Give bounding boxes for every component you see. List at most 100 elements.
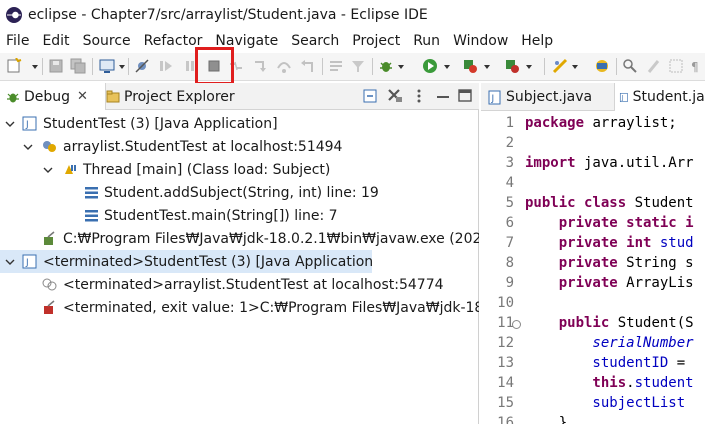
toggle-mark-occurrences-icon[interactable] xyxy=(646,58,662,74)
svg-text:J: J xyxy=(25,258,29,268)
toolbar-separator xyxy=(544,58,545,75)
close-icon[interactable]: ✕ xyxy=(77,89,88,104)
search-icon[interactable] xyxy=(622,58,638,74)
save-icon[interactable] xyxy=(48,58,64,74)
tree-row-terminated-target[interactable]: <terminated>arraylist.StudentTest at loc… xyxy=(0,273,479,296)
code-area[interactable]: package arraylist; import java.util.Arr … xyxy=(525,112,705,424)
tab-debug[interactable]: Debug ✕ xyxy=(0,83,106,110)
view-menu-icon[interactable] xyxy=(412,87,426,105)
open-task-icon[interactable] xyxy=(594,58,610,74)
tree-row-terminated-process[interactable]: <terminated, exit value: 1>C:₩Program Fi… xyxy=(0,296,479,319)
menu-edit[interactable]: Edit xyxy=(36,33,76,49)
toolbar-separator xyxy=(128,58,129,75)
svg-text:J: J xyxy=(491,94,495,104)
tree-row-label: <terminated>StudentTest (3) [Java Applic… xyxy=(43,253,372,270)
tree-row-label: StudentTest (3) [Java Application] xyxy=(43,115,278,132)
chevron-down-icon[interactable] xyxy=(5,257,15,267)
project-explorer-icon xyxy=(106,90,120,102)
menu-file[interactable]: File xyxy=(0,33,36,49)
terminate-icon[interactable] xyxy=(206,58,222,74)
code-field: stud xyxy=(651,235,694,251)
svg-text:J: J xyxy=(621,95,624,101)
code-line: studentID = xyxy=(525,355,685,371)
new-icon[interactable] xyxy=(6,58,22,74)
svg-text:¶: ¶ xyxy=(691,60,699,74)
external-tools-dropdown-icon[interactable] xyxy=(526,65,532,69)
menu-search[interactable]: Search xyxy=(285,33,346,49)
new-dropdown-icon[interactable] xyxy=(32,65,38,69)
java-launch-icon: J xyxy=(22,254,37,269)
suspend-icon[interactable] xyxy=(182,58,198,74)
step-over-icon[interactable] xyxy=(276,58,292,74)
drop-to-frame-icon[interactable] xyxy=(328,58,344,74)
toolbar-separator xyxy=(322,58,323,75)
coverage-icon[interactable] xyxy=(462,58,478,74)
debug-dropdown-icon[interactable] xyxy=(398,65,404,69)
code-keyword: private int xyxy=(525,235,652,251)
resume-icon[interactable] xyxy=(158,58,174,74)
tree-row-stack-frame[interactable]: StudentTest.main(String[]) line: 7 xyxy=(0,204,479,227)
collapse-all-icon[interactable] xyxy=(362,87,378,105)
chevron-down-icon[interactable] xyxy=(5,119,15,129)
external-tools-icon[interactable] xyxy=(504,58,520,74)
code-keyword: public class xyxy=(525,195,627,211)
tree-row-terminated-launch[interactable]: J <terminated>StudentTest (3) [Java Appl… xyxy=(0,250,372,273)
tab-student-java[interactable]: J Student.jav xyxy=(614,83,705,111)
step-return-icon[interactable] xyxy=(300,58,316,74)
main-toolbar: ¶ xyxy=(0,53,705,81)
menu-help[interactable]: Help xyxy=(515,33,560,49)
code-field: subjectList xyxy=(525,395,686,411)
code-line: serialNumber xyxy=(525,335,693,351)
window-title: eclipse - Chapter7/src/arraylist/Student… xyxy=(28,7,428,23)
fold-toggle-icon[interactable] xyxy=(512,320,521,329)
use-step-filters-icon[interactable] xyxy=(350,58,366,74)
line-number: 14 xyxy=(497,375,514,391)
terminated-target-icon xyxy=(42,278,57,291)
code-text: String s xyxy=(617,255,694,271)
menu-run[interactable]: Run xyxy=(407,33,447,49)
stack-frame-icon xyxy=(85,187,98,199)
menu-refactor[interactable]: Refactor xyxy=(138,33,210,49)
step-into-icon[interactable] xyxy=(252,58,268,74)
code-keyword: private xyxy=(525,275,618,291)
tree-row-stack-frame[interactable]: Student.addSubject(String, int) line: 19 xyxy=(0,181,479,204)
tree-row-debug-target[interactable]: arraylist.StudentTest at localhost:51494 xyxy=(0,135,479,158)
chevron-down-icon[interactable] xyxy=(43,165,53,175)
code-field: student xyxy=(634,375,694,391)
remove-terminated-icon[interactable] xyxy=(386,87,404,105)
tree-row-launch[interactable]: J StudentTest (3) [Java Application] xyxy=(0,112,479,135)
run-icon[interactable] xyxy=(422,58,438,74)
tree-row-label: <terminated, exit value: 1>C:₩Program Fi… xyxy=(63,299,479,316)
stack-frame-icon xyxy=(85,210,98,222)
code-text: Student(S xyxy=(609,315,694,331)
coverage-dropdown-icon[interactable] xyxy=(484,65,490,69)
menu-window[interactable]: Window xyxy=(447,33,515,49)
run-dropdown-icon[interactable] xyxy=(444,65,450,69)
tab-subject-java[interactable]: J Subject.java xyxy=(483,83,613,111)
disconnect-icon[interactable] xyxy=(228,58,244,74)
console-dropdown-icon[interactable] xyxy=(119,65,125,69)
debug-target-icon xyxy=(43,141,56,152)
debug-run-icon[interactable] xyxy=(378,58,394,74)
maximize-icon[interactable] xyxy=(458,87,472,105)
open-type-icon[interactable] xyxy=(552,58,568,74)
tab-project-explorer[interactable]: Project Explorer xyxy=(106,83,235,110)
menu-project[interactable]: Project xyxy=(346,33,407,49)
show-whitespace-icon[interactable]: ¶ xyxy=(688,58,704,74)
console-icon[interactable] xyxy=(99,58,115,74)
block-selection-icon[interactable] xyxy=(668,58,684,74)
code-keyword: private xyxy=(525,255,618,271)
terminated-process-icon xyxy=(44,300,55,314)
save-all-icon[interactable] xyxy=(70,58,86,74)
open-type-dropdown-icon[interactable] xyxy=(572,65,578,69)
menu-navigate[interactable]: Navigate xyxy=(209,33,285,49)
chevron-down-icon[interactable] xyxy=(23,142,33,152)
tree-row-thread[interactable]: Thread [main] (Class load: Subject) xyxy=(0,158,479,181)
skip-breakpoints-icon[interactable] xyxy=(134,58,150,74)
minimize-icon[interactable] xyxy=(436,87,450,105)
debug-view: Debug ✕ Project Explorer J StudentTest (… xyxy=(0,83,479,424)
menu-source[interactable]: Source xyxy=(77,33,138,49)
tree-row-process[interactable]: C:₩Program Files₩Java₩jdk-18.0.2.1₩bin₩j… xyxy=(0,227,479,250)
line-number: 4 xyxy=(505,175,514,191)
line-number: 1 xyxy=(505,115,514,131)
